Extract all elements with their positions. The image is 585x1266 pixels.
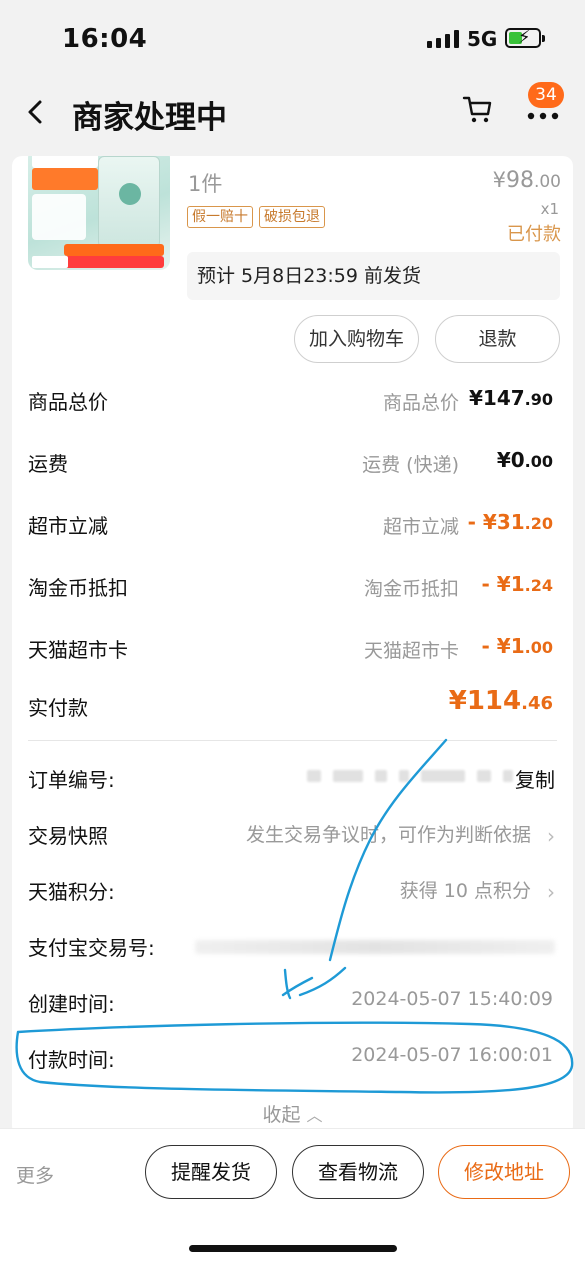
add-to-cart-button[interactable]: 加入购物车 [294,315,419,363]
tag-fake-compensation: 假一赔十 [187,206,253,228]
cart-icon[interactable] [462,94,494,126]
order-number-row: 订单编号: 复制 [28,760,557,798]
created-time-row: 创建时间: 2024-05-07 15:40:09 [28,988,553,1016]
total-paid-row: 实付款 ¥114.46 [28,686,553,720]
summary-row: 超市立减 超市立减 - ¥31.20 [28,510,553,538]
status-time: 16:04 [62,24,148,54]
redacted-order-number [307,770,513,782]
chevron-right-icon: › [547,880,555,904]
product-quantity: 1件 [188,172,223,196]
paid-time-row: 付款时间: 2024-05-07 16:00:01 [28,1044,553,1072]
more-link[interactable]: 更多 [16,1161,54,1188]
nav-bar: 商家处理中 34 [0,80,585,144]
modify-address-button[interactable]: 修改地址 [438,1145,570,1199]
signal-bars-icon [427,30,459,48]
product-tags: 假一赔十 破损包退 [187,206,325,228]
chevron-right-icon: › [547,824,555,848]
battery-charging-icon: ⚡ [505,27,545,48]
divider [28,740,557,741]
tag-damage-return: 破损包退 [259,206,325,228]
cart-badge: 34 [528,82,564,108]
page-title: 商家处理中 [72,100,227,136]
chevron-left-icon[interactable] [22,92,52,132]
summary-row: 运费 运费 (快递) ¥0.00 [28,448,553,476]
shipping-estimate: 预计 5月8日23:59 前发货 [187,252,560,300]
summary-row: 商品总价 商品总价 ¥147.90 [28,386,553,414]
view-logistics-button[interactable]: 查看物流 [292,1145,424,1199]
copy-button[interactable]: 复制 [515,764,555,793]
redacted-alipay-number [195,940,555,954]
product-count: x1 [540,200,559,218]
home-indicator [189,1245,397,1252]
summary-row: 淘金币抵扣 淘金币抵扣 - ¥1.24 [28,572,553,600]
summary-row: 天猫超市卡 天猫超市卡 - ¥1.00 [28,634,553,662]
refund-button[interactable]: 退款 [435,315,560,363]
remind-ship-button[interactable]: 提醒发货 [145,1145,277,1199]
product-image[interactable] [28,156,170,270]
product-price: ¥98.00 [492,168,561,193]
status-bar: 16:04 5G ⚡ [0,0,585,80]
payment-status: 已付款 [507,224,561,245]
network-type: 5G [467,27,498,51]
points-row[interactable]: 天猫积分: 获得 10 点积分 › [28,872,557,910]
snapshot-row[interactable]: 交易快照 发生交易争议时，可作为判断依据 › [28,816,557,854]
order-card: 1件 ¥98.00 假一赔十 破损包退 x1 已付款 预计 5月8日23:59 … [12,156,573,1136]
alipay-row: 支付宝交易号: [28,928,557,966]
collapse-button[interactable]: 收起 ︿ [12,1100,573,1127]
chevron-up-icon: ︿ [306,1106,323,1125]
